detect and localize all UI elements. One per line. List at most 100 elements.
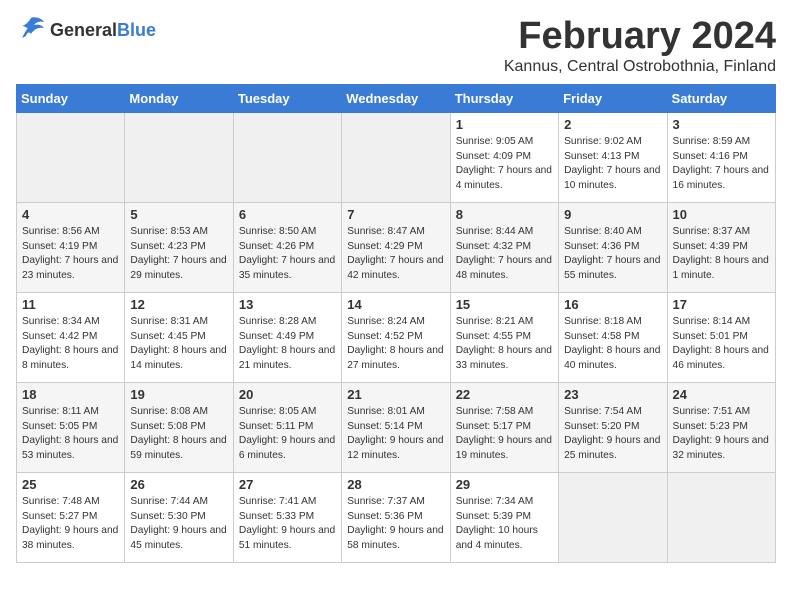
day-details: Sunrise: 8:37 AMSunset: 4:39 PMDaylight:… bbox=[673, 225, 770, 284]
calendar-cell: 4 Sunrise: 8:56 AMSunset: 4:19 PMDaylight… bbox=[17, 202, 125, 292]
day-number: 9 bbox=[564, 207, 661, 222]
location-title: Kannus, Central Ostrobothnia, Finland bbox=[504, 58, 776, 76]
weekday-header-row: SundayMondayTuesdayWednesdayThursdayFrid… bbox=[17, 84, 776, 112]
calendar-cell: 25Sunrise: 7:48 AMSunset: 5:27 PMDayligh… bbox=[17, 472, 125, 562]
day-number: 1 bbox=[456, 117, 553, 132]
day-number: 24 bbox=[673, 387, 770, 402]
day-details: Sunrise: 9:05 AMSunset: 4:09 PMDaylight:… bbox=[456, 135, 553, 194]
calendar-cell: 11 Sunrise: 8:34 AMSunset: 4:42 PMDayligh… bbox=[17, 292, 125, 382]
day-number: 20 bbox=[239, 387, 336, 402]
logo-general: General bbox=[50, 20, 117, 40]
calendar-cell: 14Sunrise: 8:24 AMSunset: 4:52 PMDayligh… bbox=[342, 292, 450, 382]
logo-blue: Blue bbox=[117, 20, 156, 40]
day-number: 10 bbox=[673, 207, 770, 222]
day-number: 29 bbox=[456, 477, 553, 492]
calendar-cell: 5Sunrise: 8:53 AMSunset: 4:23 PMDaylight… bbox=[125, 202, 233, 292]
weekday-header-thursday: Thursday bbox=[450, 84, 558, 112]
day-number: 27 bbox=[239, 477, 336, 492]
day-number: 2 bbox=[564, 117, 661, 132]
calendar-cell bbox=[342, 112, 450, 202]
calendar-cell: 9 Sunrise: 8:40 AMSunset: 4:36 PMDaylight… bbox=[559, 202, 667, 292]
logo-text: GeneralBlue bbox=[50, 20, 156, 41]
logo: GeneralBlue bbox=[16, 16, 156, 45]
day-details: Sunrise: 9:02 AMSunset: 4:13 PMDaylight:… bbox=[564, 135, 661, 194]
calendar-cell bbox=[667, 472, 775, 562]
calendar-cell: 16 Sunrise: 8:18 AMSunset: 4:58 PMDayligh… bbox=[559, 292, 667, 382]
day-details: Sunrise: 7:41 AMSunset: 5:33 PMDaylight:… bbox=[239, 495, 336, 554]
day-number: 22 bbox=[456, 387, 553, 402]
day-details: Sunrise: 8:31 AMSunset: 4:45 PMDaylight:… bbox=[130, 315, 227, 374]
day-details: Sunrise: 7:58 AMSunset: 5:17 PMDaylight:… bbox=[456, 405, 553, 464]
day-number: 23 bbox=[564, 387, 661, 402]
day-number: 4 bbox=[22, 207, 119, 222]
day-details: Sunrise: 8:28 AMSunset: 4:49 PMDaylight:… bbox=[239, 315, 336, 374]
weekday-header-friday: Friday bbox=[559, 84, 667, 112]
calendar-cell: 7 Sunrise: 8:47 AMSunset: 4:29 PMDaylight… bbox=[342, 202, 450, 292]
day-details: Sunrise: 8:56 AMSunset: 4:19 PMDaylight:… bbox=[22, 225, 119, 284]
day-number: 11 bbox=[22, 297, 119, 312]
calendar-table: SundayMondayTuesdayWednesdayThursdayFrid… bbox=[16, 84, 776, 563]
day-details: Sunrise: 8:11 AMSunset: 5:05 PMDaylight:… bbox=[22, 405, 119, 464]
calendar-cell: 1 Sunrise: 9:05 AMSunset: 4:09 PMDaylight… bbox=[450, 112, 558, 202]
day-number: 6 bbox=[239, 207, 336, 222]
day-number: 19 bbox=[130, 387, 227, 402]
day-details: Sunrise: 8:59 AMSunset: 4:16 PMDaylight:… bbox=[673, 135, 770, 194]
calendar-cell: 28 Sunrise: 7:37 AMSunset: 5:36 PMDayligh… bbox=[342, 472, 450, 562]
header: GeneralBlue February 2024 Kannus, Centra… bbox=[16, 16, 776, 76]
calendar-cell: 17 Sunrise: 8:14 AMSunset: 5:01 PMDayligh… bbox=[667, 292, 775, 382]
calendar-cell bbox=[233, 112, 341, 202]
calendar-week-row: 25Sunrise: 7:48 AMSunset: 5:27 PMDayligh… bbox=[17, 472, 776, 562]
day-number: 3 bbox=[673, 117, 770, 132]
day-details: Sunrise: 8:34 AMSunset: 4:42 PMDaylight:… bbox=[22, 315, 119, 374]
day-number: 18 bbox=[22, 387, 119, 402]
day-details: Sunrise: 8:05 AMSunset: 5:11 PMDaylight:… bbox=[239, 405, 336, 464]
day-details: Sunrise: 7:54 AMSunset: 5:20 PMDaylight:… bbox=[564, 405, 661, 464]
day-number: 28 bbox=[347, 477, 444, 492]
calendar-cell: 20 Sunrise: 8:05 AMSunset: 5:11 PMDayligh… bbox=[233, 382, 341, 472]
calendar-cell: 8Sunrise: 8:44 AMSunset: 4:32 PMDaylight… bbox=[450, 202, 558, 292]
day-number: 13 bbox=[239, 297, 336, 312]
day-details: Sunrise: 8:18 AMSunset: 4:58 PMDaylight:… bbox=[564, 315, 661, 374]
calendar-cell: 12Sunrise: 8:31 AMSunset: 4:45 PMDayligh… bbox=[125, 292, 233, 382]
calendar-cell: 3 Sunrise: 8:59 AMSunset: 4:16 PMDaylight… bbox=[667, 112, 775, 202]
day-details: Sunrise: 8:53 AMSunset: 4:23 PMDaylight:… bbox=[130, 225, 227, 284]
day-details: Sunrise: 8:08 AMSunset: 5:08 PMDaylight:… bbox=[130, 405, 227, 464]
day-details: Sunrise: 8:40 AMSunset: 4:36 PMDaylight:… bbox=[564, 225, 661, 284]
calendar-cell: 23 Sunrise: 7:54 AMSunset: 5:20 PMDayligh… bbox=[559, 382, 667, 472]
day-number: 15 bbox=[456, 297, 553, 312]
weekday-header-tuesday: Tuesday bbox=[233, 84, 341, 112]
weekday-header-wednesday: Wednesday bbox=[342, 84, 450, 112]
calendar-cell: 21 Sunrise: 8:01 AMSunset: 5:14 PMDayligh… bbox=[342, 382, 450, 472]
day-details: Sunrise: 8:14 AMSunset: 5:01 PMDaylight:… bbox=[673, 315, 770, 374]
day-details: Sunrise: 7:44 AMSunset: 5:30 PMDaylight:… bbox=[130, 495, 227, 554]
day-details: Sunrise: 8:50 AMSunset: 4:26 PMDaylight:… bbox=[239, 225, 336, 284]
calendar-cell: 24 Sunrise: 7:51 AMSunset: 5:23 PMDayligh… bbox=[667, 382, 775, 472]
day-number: 26 bbox=[130, 477, 227, 492]
day-details: Sunrise: 7:37 AMSunset: 5:36 PMDaylight:… bbox=[347, 495, 444, 554]
day-number: 17 bbox=[673, 297, 770, 312]
calendar-cell: 27 Sunrise: 7:41 AMSunset: 5:33 PMDayligh… bbox=[233, 472, 341, 562]
calendar-cell: 26 Sunrise: 7:44 AMSunset: 5:30 PMDayligh… bbox=[125, 472, 233, 562]
day-details: Sunrise: 7:34 AMSunset: 5:39 PMDaylight:… bbox=[456, 495, 553, 554]
day-details: Sunrise: 7:51 AMSunset: 5:23 PMDaylight:… bbox=[673, 405, 770, 464]
calendar-cell: 22 Sunrise: 7:58 AMSunset: 5:17 PMDayligh… bbox=[450, 382, 558, 472]
day-number: 16 bbox=[564, 297, 661, 312]
calendar-cell bbox=[17, 112, 125, 202]
calendar-cell: 15Sunrise: 8:21 AMSunset: 4:55 PMDayligh… bbox=[450, 292, 558, 382]
calendar-cell: 29 Sunrise: 7:34 AMSunset: 5:39 PMDayligh… bbox=[450, 472, 558, 562]
day-number: 7 bbox=[347, 207, 444, 222]
day-number: 14 bbox=[347, 297, 444, 312]
day-details: Sunrise: 8:47 AMSunset: 4:29 PMDaylight:… bbox=[347, 225, 444, 284]
calendar-cell: 10 Sunrise: 8:37 AMSunset: 4:39 PMDayligh… bbox=[667, 202, 775, 292]
calendar-week-row: 4 Sunrise: 8:56 AMSunset: 4:19 PMDaylight… bbox=[17, 202, 776, 292]
weekday-header-sunday: Sunday bbox=[17, 84, 125, 112]
day-number: 21 bbox=[347, 387, 444, 402]
calendar-week-row: 11 Sunrise: 8:34 AMSunset: 4:42 PMDayligh… bbox=[17, 292, 776, 382]
day-details: Sunrise: 8:01 AMSunset: 5:14 PMDaylight:… bbox=[347, 405, 444, 464]
weekday-header-saturday: Saturday bbox=[667, 84, 775, 112]
day-details: Sunrise: 7:48 AMSunset: 5:27 PMDaylight:… bbox=[22, 495, 119, 554]
calendar-cell: 13 Sunrise: 8:28 AMSunset: 4:49 PMDayligh… bbox=[233, 292, 341, 382]
day-number: 8 bbox=[456, 207, 553, 222]
calendar-cell: 19 Sunrise: 8:08 AMSunset: 5:08 PMDayligh… bbox=[125, 382, 233, 472]
calendar-cell: 6 Sunrise: 8:50 AMSunset: 4:26 PMDaylight… bbox=[233, 202, 341, 292]
